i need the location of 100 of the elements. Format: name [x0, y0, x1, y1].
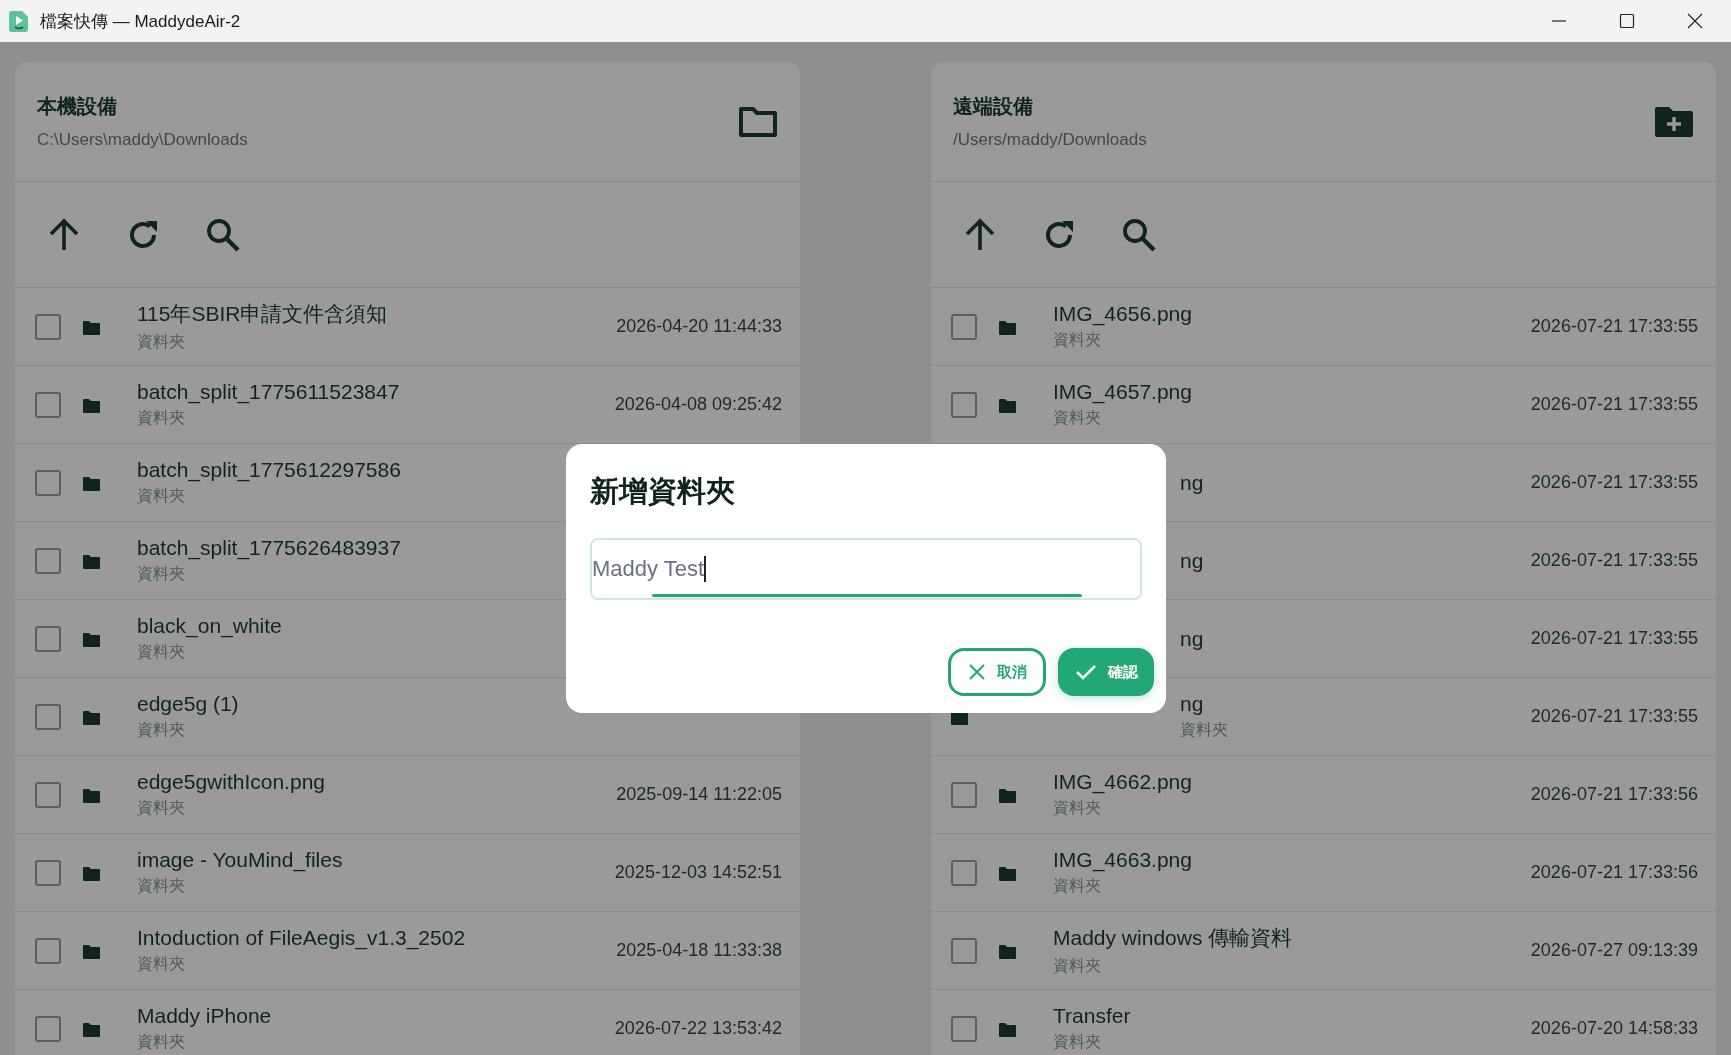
file-type: 資料夾	[137, 954, 186, 974]
folder-icon	[999, 866, 1016, 881]
file-type: 資料夾	[1053, 956, 1102, 976]
file-type: 資料夾	[137, 798, 186, 818]
file-name: black_on_white	[137, 614, 282, 638]
file-type: 資料夾	[1053, 1032, 1102, 1052]
file-type: 資料夾	[137, 876, 186, 896]
confirm-button[interactable]: 確認	[1058, 648, 1154, 696]
file-row[interactable]: Transfer 資料夾 2026-07-20 14:58:33	[931, 990, 1716, 1055]
checkbox[interactable]	[35, 469, 61, 496]
checkbox[interactable]	[951, 1015, 977, 1042]
file-type: 資料夾	[137, 720, 186, 740]
folder-icon	[999, 788, 1016, 803]
folder-name-input[interactable]: Maddy Test	[590, 538, 1142, 600]
cancel-button[interactable]: 取消	[948, 648, 1046, 696]
checkbox[interactable]	[951, 781, 977, 808]
folder-icon	[83, 554, 100, 569]
file-type: 資料夾	[137, 332, 186, 352]
folder-icon	[83, 944, 100, 959]
file-type: 資料夾	[137, 486, 186, 506]
up-arrow-icon[interactable]	[963, 217, 997, 252]
file-type: 資料夾	[137, 408, 186, 428]
modified-date: 2026-07-21 17:33:55	[1530, 550, 1698, 571]
file-name: ng	[1180, 548, 1204, 573]
modified-date: 2026-07-21 17:33:55	[1530, 706, 1698, 727]
checkbox[interactable]	[35, 703, 61, 730]
window-title: 檔案快傳 — MaddydeAir-2	[40, 10, 241, 33]
folder-icon	[999, 320, 1016, 335]
checkbox[interactable]	[35, 625, 61, 652]
panel-title: 遠端設備	[953, 94, 1034, 119]
file-name: Maddy windows 傳輸資料	[1053, 925, 1293, 951]
folder-icon	[83, 632, 100, 647]
folder-icon[interactable]	[738, 105, 778, 138]
file-name: 115年SBIR申請文件含須知	[137, 301, 388, 327]
modified-date: 2026-04-08 09:25:42	[614, 394, 782, 415]
file-type: 資料夾	[1053, 330, 1102, 350]
checkbox[interactable]	[951, 313, 977, 340]
file-name: Maddy iPhone	[137, 1004, 272, 1028]
file-name: Transfer	[1053, 1004, 1131, 1028]
file-type: 資料夾	[137, 564, 186, 584]
file-row[interactable]: Maddy windows 傳輸資料 資料夾 2026-07-27 09:13:39	[931, 912, 1716, 990]
file-name: IMG_4663.png	[1053, 848, 1192, 872]
file-row[interactable]: image - YouMind_files 資料夾 2025-12-03 14:52:51	[15, 834, 800, 912]
folder-icon	[83, 866, 100, 881]
panel-title: 本機設備	[37, 94, 118, 119]
file-row[interactable]: 115年SBIR申請文件含須知 資料夾 2026-04-20 11:44:33	[15, 288, 800, 366]
modified-date: 2026-07-27 09:13:39	[1530, 940, 1698, 961]
file-name: Intoduction of FileAegis_v1.3_2502	[137, 926, 466, 950]
checkbox[interactable]	[951, 391, 977, 418]
file-row[interactable]: edge5gwithIcon.png 資料夾 2025-09-14 11:22:05	[15, 756, 800, 834]
file-row[interactable]: Intoduction of FileAegis_v1.3_2502 資料夾 2025-04-18 11:33:38	[15, 912, 800, 990]
new-folder-icon[interactable]	[1654, 105, 1694, 138]
checkbox[interactable]	[35, 937, 61, 964]
checkbox[interactable]	[35, 781, 61, 808]
file-row[interactable]: IMG_4663.png 資料夾 2026-07-21 17:33:56	[931, 834, 1716, 912]
checkbox[interactable]	[35, 859, 61, 886]
modified-date: 2026-07-21 17:33:56	[1530, 862, 1698, 883]
modified-date: 2025-09-14 11:22:05	[616, 784, 782, 805]
file-type: 資料夾	[1053, 408, 1102, 428]
search-icon[interactable]	[1121, 216, 1157, 253]
checkbox[interactable]	[35, 1015, 61, 1042]
folder-icon	[83, 476, 100, 491]
file-name: batch_split_1775626483937	[137, 536, 401, 560]
close-icon[interactable]	[1687, 13, 1703, 29]
checkbox[interactable]	[35, 391, 61, 418]
file-name: edge5g (1)	[137, 692, 239, 716]
file-name: IMG_4656.png	[1053, 302, 1192, 326]
file-type: 資料夾	[1180, 720, 1228, 740]
folder-icon	[83, 1022, 100, 1037]
modified-date: 2026-07-22 13:53:42	[614, 1018, 782, 1039]
folder-icon	[83, 788, 100, 803]
folder-icon	[83, 710, 100, 725]
file-name: batch_split_1775612297586	[137, 458, 401, 482]
maximize-icon[interactable]	[1619, 13, 1635, 29]
modified-date: 2026-07-21 17:33:56	[1530, 784, 1698, 805]
folder-icon	[83, 398, 100, 413]
checkbox[interactable]	[35, 547, 61, 574]
checkbox[interactable]	[951, 859, 977, 886]
file-type: 資料夾	[137, 642, 186, 662]
file-row[interactable]: Maddy iPhone 資料夾 2026-07-22 13:53:42	[15, 990, 800, 1055]
checkbox[interactable]	[35, 313, 61, 340]
modified-date: 2025-12-03 14:52:51	[614, 862, 782, 883]
dialog-title: 新增資料夾	[590, 474, 736, 509]
file-row[interactable]: IMG_4656.png 資料夾 2026-07-21 17:33:55	[931, 288, 1716, 366]
file-type: 資料夾	[137, 1032, 186, 1052]
file-type: 資料夾	[1053, 876, 1102, 896]
folder-icon	[83, 320, 100, 335]
modified-date: 2026-04-20 11:44:33	[616, 316, 782, 337]
modified-date: 2026-07-21 17:33:55	[1530, 394, 1698, 415]
checkbox[interactable]	[951, 937, 977, 964]
modified-date: 2025-04-18 11:33:38	[616, 940, 782, 961]
search-icon[interactable]	[205, 216, 241, 253]
up-arrow-icon[interactable]	[47, 217, 81, 252]
checkmark-icon	[1076, 664, 1096, 680]
file-name: edge5gwithIcon.png	[137, 770, 325, 794]
file-name: ng	[1180, 626, 1204, 651]
folder-icon	[999, 944, 1016, 959]
app-icon	[8, 9, 30, 33]
modified-date: 2026-07-20 14:58:33	[1530, 1018, 1698, 1039]
file-row[interactable]: IMG_4662.png 資料夾 2026-07-21 17:33:56	[931, 756, 1716, 834]
